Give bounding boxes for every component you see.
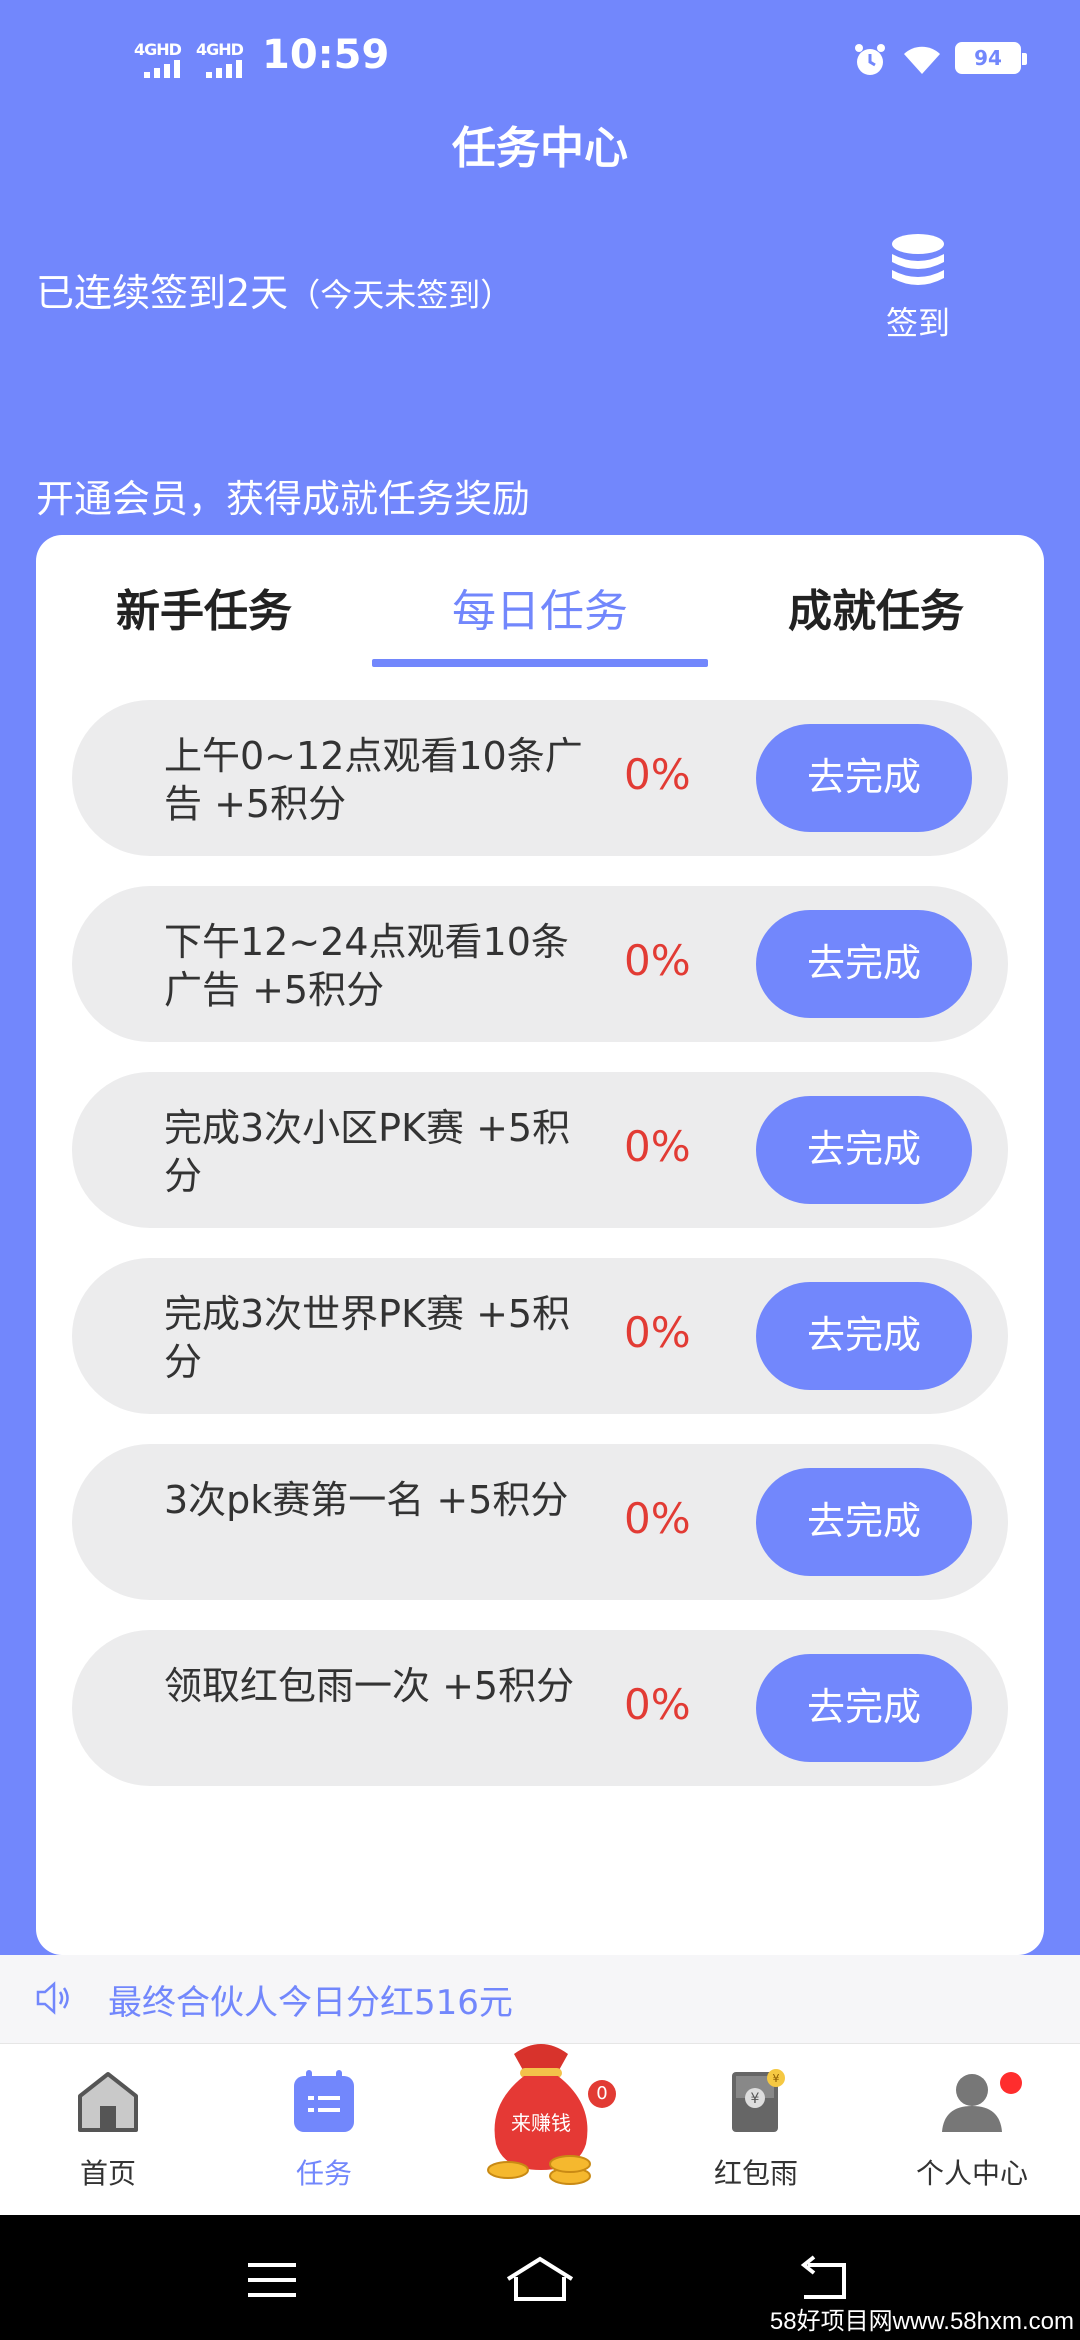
clock: 10:59 — [262, 32, 390, 78]
task-name: 下午12~24点观看10条广告 +5积分 — [164, 920, 569, 1012]
task-item: 上午0~12点观看10条广告 +5积分 0% 去完成 — [72, 700, 1008, 856]
nav-task[interactable]: 任务 — [216, 2044, 432, 2216]
earn-badge: 0 — [588, 2080, 616, 2108]
nav-label: 任务 — [295, 2157, 352, 2190]
earn-label: 来赚钱 — [511, 2111, 571, 2135]
task-progress: 0% — [624, 1680, 691, 1729]
signin-button[interactable]: 签到 — [868, 232, 968, 342]
go-complete-button[interactable]: 去完成 — [756, 1468, 972, 1576]
go-complete-button[interactable]: 去完成 — [756, 910, 972, 1018]
tab-achievement[interactable]: 成就任务 — [708, 575, 1044, 639]
nav-profile[interactable]: 个人中心 — [864, 2044, 1080, 2216]
task-item: 3次pk赛第一名 +5积分 0% 去完成 — [72, 1444, 1008, 1600]
notice-text: 最终合伙人今日分红516元 — [108, 1983, 513, 2023]
system-nav-bar: 58好项目网www.58hxm.com — [0, 2215, 1080, 2340]
task-card: 新手任务 每日任务 成就任务 上午0~12点观看10条广告 +5积分 0% 去完… — [36, 535, 1044, 1955]
nav-home[interactable]: 首页 — [0, 2044, 216, 2216]
signal-icon: 4GHD — [196, 40, 256, 80]
signal-icon: 4GHD — [134, 40, 194, 80]
svg-text:¥: ¥ — [773, 2072, 780, 2085]
member-tip[interactable]: 开通会员，获得成就任务奖励 — [36, 468, 530, 523]
signal-label: 4GHD — [134, 40, 182, 59]
money-bag-icon: 来赚钱 — [487, 2044, 591, 2185]
task-name: 完成3次小区PK赛 +5积分 — [164, 1106, 571, 1198]
nav-label: 个人中心 — [915, 2157, 1028, 2190]
task-icon — [294, 2070, 354, 2132]
signin-label: 签到 — [885, 304, 950, 342]
status-bar: 4GHD 4GHD 10:59 94 — [0, 0, 1080, 120]
bottom-nav: 首页 任务 来赚钱 0 ¥ ¥ 红包雨 个人中心 — [0, 2043, 1080, 2215]
red-envelope-icon: ¥ ¥ — [732, 2069, 785, 2132]
task-progress: 0% — [624, 750, 691, 799]
home-nav-icon[interactable] — [504, 2255, 576, 2305]
nav-label: 首页 — [79, 2157, 136, 2190]
nav-label: 红包雨 — [713, 2157, 798, 2190]
signin-status-sub: （今天未签到） — [288, 276, 513, 314]
task-progress: 0% — [624, 1122, 691, 1171]
profile-icon — [942, 2074, 1002, 2132]
tab-newbie[interactable]: 新手任务 — [36, 575, 372, 639]
go-complete-button[interactable]: 去完成 — [756, 1282, 972, 1390]
task-progress: 0% — [624, 936, 691, 985]
task-tabs: 新手任务 每日任务 成就任务 — [36, 575, 1044, 655]
go-complete-button[interactable]: 去完成 — [756, 1654, 972, 1762]
task-progress: 0% — [624, 1494, 691, 1543]
task-item: 下午12~24点观看10条广告 +5积分 0% 去完成 — [72, 886, 1008, 1042]
speaker-icon — [36, 1981, 69, 2015]
go-complete-button[interactable]: 去完成 — [756, 724, 972, 832]
task-name: 领取红包雨一次 +5积分 — [164, 1664, 575, 1708]
task-item: 完成3次小区PK赛 +5积分 0% 去完成 — [72, 1072, 1008, 1228]
task-name: 3次pk赛第一名 +5积分 — [164, 1478, 569, 1522]
svg-text:¥: ¥ — [751, 2091, 760, 2107]
battery-indicator: 94 — [955, 42, 1027, 74]
tab-daily[interactable]: 每日任务 — [372, 575, 708, 639]
menu-icon[interactable] — [242, 2255, 302, 2305]
task-name: 完成3次世界PK赛 +5积分 — [164, 1292, 571, 1384]
page-title: 任务中心 — [452, 123, 628, 174]
notification-dot — [1000, 2072, 1022, 2094]
alarm-icon — [855, 44, 885, 75]
wifi-icon — [904, 46, 940, 74]
active-tab-indicator — [372, 659, 708, 667]
task-name: 上午0~12点观看10条广告 +5积分 — [164, 734, 583, 826]
nav-red-envelope[interactable]: ¥ ¥ 红包雨 — [648, 2044, 864, 2216]
watermark: 58好项目网www.58hxm.com — [769, 2308, 1074, 2335]
coins-icon — [892, 234, 944, 285]
task-item: 完成3次世界PK赛 +5积分 0% 去完成 — [72, 1258, 1008, 1414]
signin-status: 已连续签到2天（今天未签到） — [36, 262, 512, 317]
go-complete-button[interactable]: 去完成 — [756, 1096, 972, 1204]
signin-status-main: 已连续签到2天 — [36, 271, 289, 315]
task-progress: 0% — [624, 1308, 691, 1357]
signal-label: 4GHD — [196, 40, 244, 59]
nav-earn[interactable]: 来赚钱 — [432, 2044, 648, 2216]
back-icon[interactable] — [794, 2255, 854, 2305]
task-item: 领取红包雨一次 +5积分 0% 去完成 — [72, 1630, 1008, 1786]
home-icon — [78, 2072, 138, 2132]
